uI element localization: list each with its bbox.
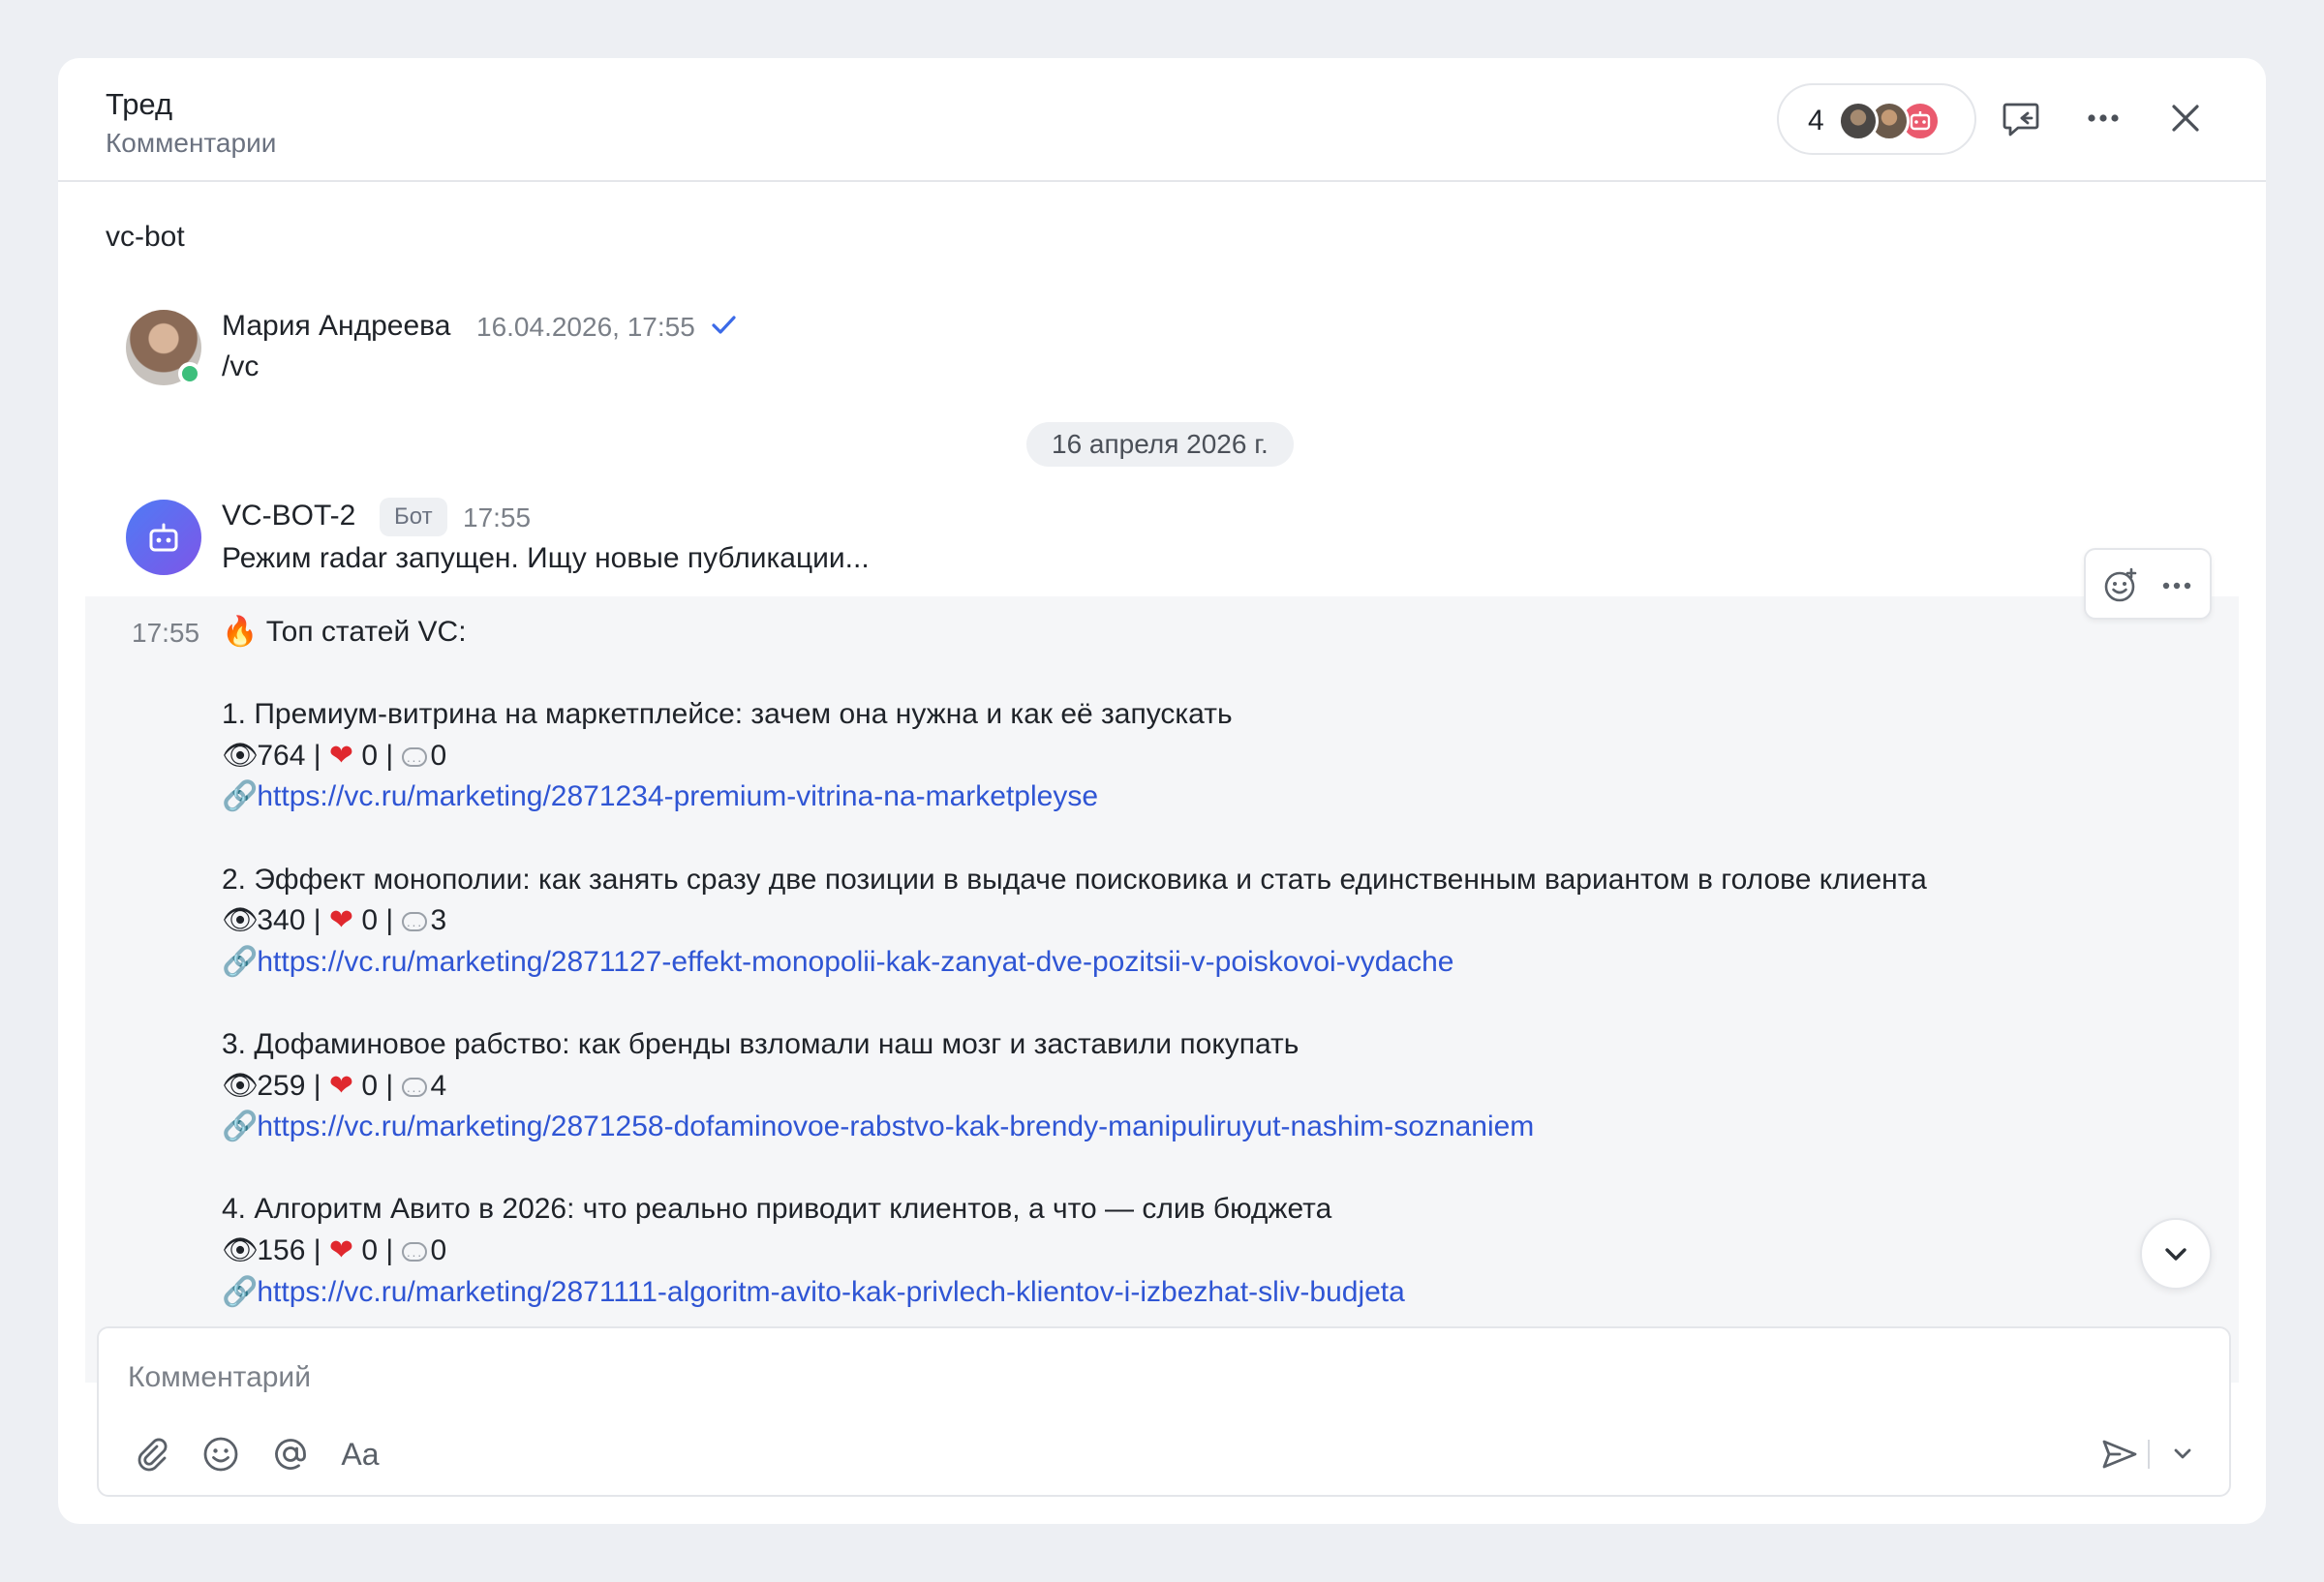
add-reaction-icon[interactable] bbox=[2097, 563, 2144, 609]
comments-count: 4 bbox=[430, 1069, 447, 1102]
post-heading: 🔥 Топ статей VC: bbox=[222, 616, 467, 648]
bot-badge: Бот bbox=[380, 498, 447, 536]
send-divider bbox=[2144, 1431, 2154, 1477]
article-link-row: 🔗 https://vc.ru/marketing/2871234-premiu… bbox=[222, 776, 2197, 818]
message-timestamp: 17:55 bbox=[132, 618, 200, 648]
comment-icon bbox=[401, 1234, 427, 1276]
eye-icon: 👁 bbox=[222, 1233, 260, 1266]
link-icon: 🔗 bbox=[222, 1275, 259, 1308]
page-subtitle: Комментарии bbox=[106, 128, 277, 158]
message-author[interactable]: Мария Андреева bbox=[222, 310, 450, 343]
article-link[interactable]: https://vc.ru/marketing/2871234-premium-… bbox=[257, 780, 1098, 812]
views-count: 156 bbox=[257, 1233, 306, 1266]
more-icon[interactable] bbox=[2154, 563, 2200, 609]
scroll-down-button[interactable] bbox=[2140, 1218, 2212, 1290]
more-icon[interactable] bbox=[2076, 91, 2130, 145]
article-link-row: 🔗 https://vc.ru/marketing/2871127-effekt… bbox=[222, 942, 2197, 984]
article-link-row: 🔗 https://vc.ru/marketing/2871111-algori… bbox=[222, 1272, 2197, 1314]
article-link[interactable]: https://vc.ru/marketing/2871111-algoritm… bbox=[257, 1276, 1404, 1308]
message-text: Режим radar запущен. Ищу новые публикаци… bbox=[222, 542, 870, 574]
channel-name: vc-bot bbox=[106, 221, 185, 253]
likes-count: 0 bbox=[361, 739, 379, 772]
heart-icon: ❤ bbox=[328, 1233, 354, 1266]
date-divider: 16 апреля 2026 г. bbox=[1026, 422, 1294, 467]
article-stats: 👁 259 | ❤ 0 | 4 bbox=[222, 1066, 2197, 1111]
attach-icon[interactable] bbox=[128, 1431, 174, 1477]
eye-icon: 👁 bbox=[222, 904, 260, 937]
text-format-button[interactable]: Aa bbox=[337, 1431, 383, 1477]
article-link[interactable]: https://vc.ru/marketing/2871127-effekt-m… bbox=[257, 946, 1453, 978]
read-check-icon bbox=[709, 310, 738, 344]
comments-count: 3 bbox=[430, 904, 447, 937]
article-link[interactable]: https://vc.ru/marketing/2871258-dofamino… bbox=[257, 1110, 1534, 1142]
message-text: /vc bbox=[222, 350, 260, 382]
message-author[interactable]: VC-BOT-2 bbox=[222, 500, 355, 532]
article-title: 2. Эффект монополии: как занять сразу дв… bbox=[222, 863, 1927, 896]
comment-input[interactable] bbox=[128, 1361, 1677, 1394]
thread-reply-icon[interactable] bbox=[1994, 91, 2048, 145]
comments-count: 0 bbox=[430, 739, 447, 772]
comment-composer: Aa bbox=[97, 1326, 2231, 1497]
likes-count: 0 bbox=[361, 1069, 379, 1102]
likes-count: 0 bbox=[361, 904, 379, 937]
message-timestamp: 17:55 bbox=[463, 502, 532, 532]
link-icon: 🔗 bbox=[222, 945, 259, 978]
article-stats: 👁 156 | ❤ 0 | 0 bbox=[222, 1231, 2197, 1276]
article-stats: 👁 764 | ❤ 0 | 0 bbox=[222, 736, 2197, 781]
message-post: 🔥 Топ статей VC: 1. Премиум-витрина на м… bbox=[222, 612, 2197, 1313]
views-count: 764 bbox=[257, 739, 306, 772]
thread-header: Тред Комментарии 4 bbox=[58, 58, 2266, 182]
comment-icon bbox=[401, 904, 427, 946]
comment-icon bbox=[401, 1070, 427, 1110]
chevron-down-icon[interactable] bbox=[2159, 1431, 2206, 1477]
link-icon: 🔗 bbox=[222, 780, 259, 813]
heart-icon: ❤ bbox=[328, 904, 354, 937]
views-count: 340 bbox=[257, 904, 306, 937]
message-timestamp: 16.04.2026, 17:55 bbox=[476, 312, 695, 342]
members-button[interactable]: 4 bbox=[1777, 83, 1976, 155]
eye-icon: 👁 bbox=[222, 739, 260, 772]
emoji-icon[interactable] bbox=[198, 1431, 244, 1477]
send-icon[interactable] bbox=[2095, 1431, 2142, 1477]
online-status-icon bbox=[178, 362, 201, 385]
comment-icon bbox=[401, 740, 427, 780]
chevron-down-icon bbox=[2165, 1248, 2186, 1261]
likes-count: 0 bbox=[361, 1233, 379, 1266]
article-link-row: 🔗 https://vc.ru/marketing/2871258-dofami… bbox=[222, 1107, 2197, 1148]
link-icon: 🔗 bbox=[222, 1110, 259, 1143]
page-title: Тред bbox=[106, 87, 173, 121]
mention-icon[interactable] bbox=[267, 1431, 314, 1477]
article-title: 4. Алгоритм Авито в 2026: что реально пр… bbox=[222, 1193, 1332, 1226]
article-title: 3. Дофаминовое рабство: как бренды взлом… bbox=[222, 1027, 1300, 1060]
comments-count: 0 bbox=[430, 1233, 447, 1266]
heart-icon: ❤ bbox=[328, 1069, 354, 1102]
article-title: 1. Премиум-витрина на маркетплейсе: заче… bbox=[222, 698, 1233, 731]
close-icon[interactable] bbox=[2158, 91, 2213, 145]
eye-icon: 👁 bbox=[222, 1069, 260, 1102]
avatar bbox=[1838, 101, 1879, 141]
heart-icon: ❤ bbox=[328, 739, 354, 772]
article-stats: 👁 340 | ❤ 0 | 3 bbox=[222, 900, 2197, 946]
text-format-label: Aa bbox=[341, 1436, 380, 1472]
bot-avatar[interactable] bbox=[126, 500, 201, 575]
message-actions-toolbar bbox=[2084, 548, 2212, 620]
members-count: 4 bbox=[1808, 105, 1824, 137]
views-count: 259 bbox=[257, 1069, 306, 1102]
thread-panel: Тред Комментарии 4 vc-bot Мария Андреева… bbox=[58, 58, 2266, 1524]
